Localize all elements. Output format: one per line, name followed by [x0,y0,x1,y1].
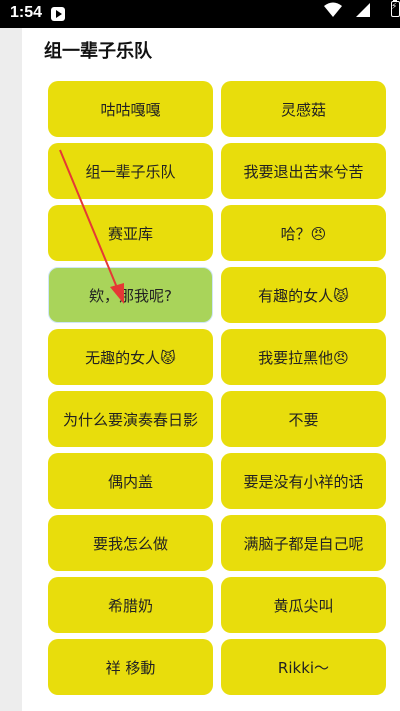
sound-button[interactable]: 祥 移動 [48,639,213,695]
sound-button[interactable]: 要是没有小祥的话 [221,453,386,509]
signal-icon [356,3,370,17]
sound-button[interactable]: 哈？😠 [221,205,386,261]
sound-button-active[interactable]: 欸，那我呢? [48,267,213,323]
wifi-icon [324,2,342,17]
sound-button[interactable]: 希腊奶 [48,577,213,633]
sound-button[interactable]: 组一辈子乐队 [48,143,213,199]
page-title: 组一辈子乐队 [44,41,152,62]
battery-icon [391,0,400,17]
status-time: 1:54 [10,4,43,21]
sound-button[interactable]: Rikki～ [221,639,386,695]
sound-button[interactable]: 咕咕嘎嘎 [48,81,213,137]
sound-button[interactable]: 我要拉黑他😠 [221,329,386,385]
play-icon [51,7,65,21]
sound-button[interactable]: 有趣的女人😾 [221,267,386,323]
sound-button[interactable]: 黄瓜尖叫 [221,577,386,633]
sound-button[interactable]: 偶内盖 [48,453,213,509]
sound-button[interactable]: 满脑子都是自己呢 [221,515,386,571]
sound-button-grid: 咕咕嘎嘎 灵感菇 组一辈子乐队 我要退出苦来兮苦 赛亚库 哈？😠 欸，那我呢? … [48,81,386,695]
side-gutter [0,28,22,711]
sound-button[interactable]: 我要退出苦来兮苦 [221,143,386,199]
status-bar: 1:54 [0,0,400,28]
sound-button[interactable]: 要我怎么做 [48,515,213,571]
sound-button[interactable]: 无趣的女人😾 [48,329,213,385]
sound-button[interactable]: 赛亚库 [48,205,213,261]
sound-button[interactable]: 不要 [221,391,386,447]
sound-button[interactable]: 灵感菇 [221,81,386,137]
sound-button[interactable]: 为什么要演奏春日影 [48,391,213,447]
